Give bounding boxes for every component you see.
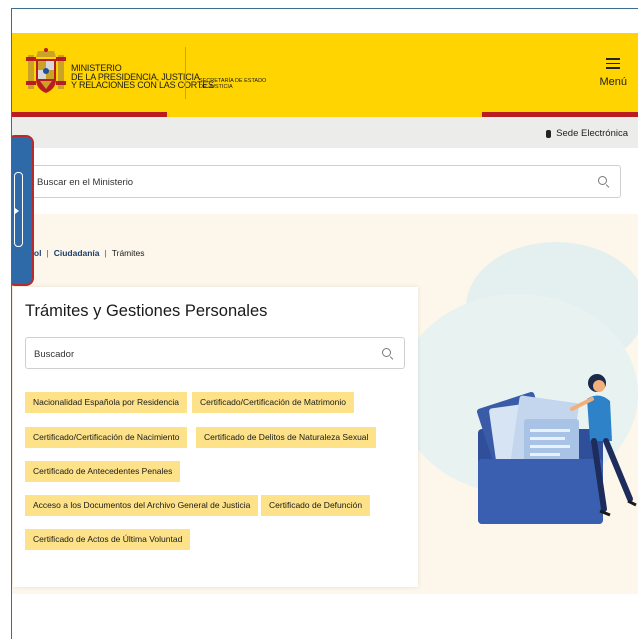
tramites-card: Trámites y Gestiones Personales Buscador… — [13, 287, 418, 587]
ministry-name[interactable]: MINISTERIO DE LA PRESIDENCIA, JUSTICIA Y… — [71, 64, 214, 90]
tag-matrimonio[interactable]: Certificado/Certificación de Matrimonio — [192, 392, 354, 413]
chevron-right-icon — [15, 208, 19, 214]
site-header: MINISTERIO DE LA PRESIDENCIA, JUSTICIA Y… — [12, 33, 638, 117]
sede-electronica-link[interactable]: Sede Electrónica — [546, 128, 628, 139]
secretaria-name[interactable]: SECRETARÍA DE ESTADO DE JUSTICIA — [199, 78, 266, 90]
tag-archivo-general[interactable]: Acceso a los Documentos del Archivo Gene… — [25, 495, 259, 516]
site-search-input[interactable]: Buscar en el Ministerio — [27, 165, 621, 198]
tag-antecedentes-penales[interactable]: Certificado de Antecedentes Penales — [25, 461, 181, 482]
tag-delitos-sexuales[interactable]: Certificado de Delitos de Naturaleza Sex… — [196, 427, 377, 448]
search-icon[interactable] — [382, 348, 394, 360]
tag-nacimiento[interactable]: Certificado/Certificación de Nacimiento — [25, 427, 188, 448]
menu-button[interactable]: Menú — [599, 55, 627, 90]
tag-defuncion[interactable]: Certificado de Defunción — [261, 495, 371, 516]
hamburger-icon — [606, 58, 621, 69]
card-title: Trámites y Gestiones Personales — [25, 302, 268, 320]
breadcrumb-separator: | — [104, 248, 107, 258]
tag-nacionalidad[interactable]: Nacionalidad Española por Residencia — [25, 392, 188, 413]
search-icon[interactable] — [598, 176, 610, 188]
sede-bar: Sede Electrónica — [12, 117, 638, 148]
breadcrumb-separator: | — [46, 248, 49, 258]
tag-ultima-voluntad[interactable]: Certificado de Actos de Última Voluntad — [25, 529, 191, 550]
phone-icon — [546, 129, 552, 138]
header-divider — [185, 47, 186, 99]
site-search-placeholder: Buscar en el Ministerio — [37, 177, 134, 188]
site-search-section: Buscar en el Ministerio — [12, 148, 638, 214]
coat-of-arms-icon — [26, 48, 66, 93]
sede-label: Sede Electrónica — [556, 128, 628, 139]
documents-illustration — [476, 374, 637, 524]
breadcrumb: eñol|Ciudadanía|Trámites — [24, 248, 144, 258]
browser-viewport: MINISTERIO DE LA PRESIDENCIA, JUSTICIA Y… — [11, 8, 638, 639]
tramites-search-placeholder: Buscador — [34, 349, 75, 360]
secretaria-line: DE JUSTICIA — [199, 84, 233, 90]
breadcrumb-item-ciudadania[interactable]: Ciudadanía — [54, 248, 100, 258]
ministry-line: Y RELACIONES CON LAS CORTES — [71, 80, 214, 90]
tramites-search-input[interactable]: Buscador — [25, 337, 405, 369]
side-accessibility-tab[interactable] — [12, 135, 34, 286]
breadcrumb-item-current: Trámites — [111, 248, 145, 258]
menu-label: Menú — [599, 75, 627, 88]
